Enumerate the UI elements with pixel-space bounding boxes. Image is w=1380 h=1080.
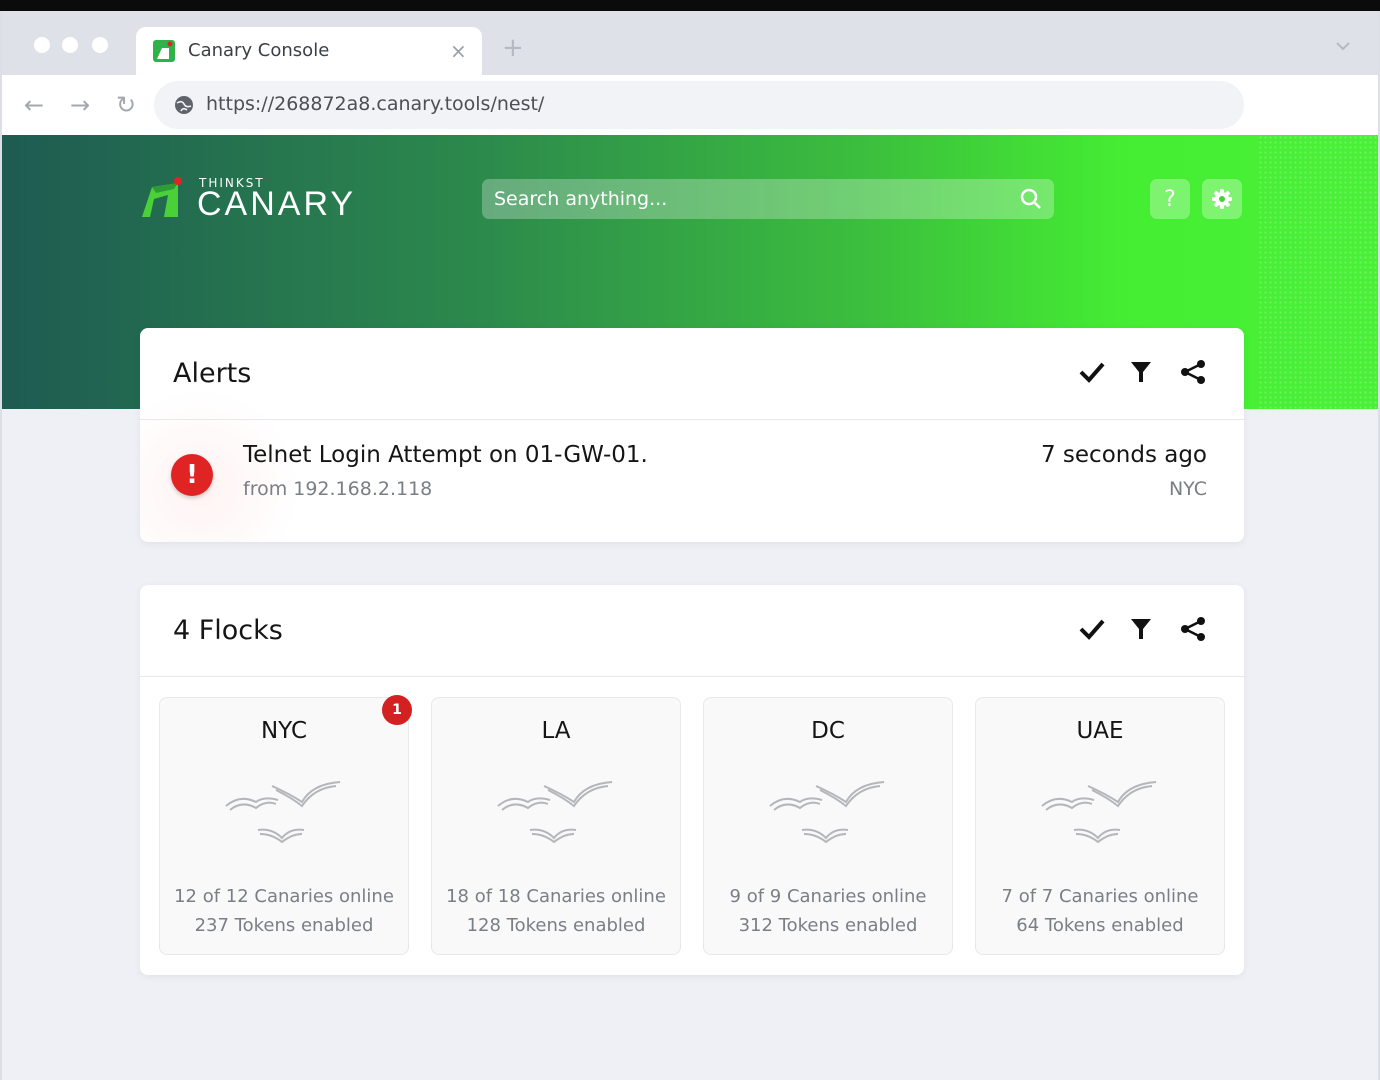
flock-card-la[interactable]: LA 18 of 18 Canaries online 128 Tokens e…: [431, 697, 681, 955]
url-text: https://268872a8.canary.tools/nest/: [206, 93, 545, 115]
alert-location: NYC: [1168, 478, 1207, 500]
alerts-card-header: Alerts: [140, 328, 1244, 420]
browser-window: Canary Console × + ← → ↻ https://268872a…: [0, 11, 1380, 1080]
alert-source: from 192.168.2.118: [243, 478, 433, 500]
alert-title[interactable]: Telnet Login Attempt on 01-GW-01.: [243, 442, 648, 468]
alerts-title: Alerts: [173, 358, 252, 389]
alerts-card: Alerts ! Telnet Login Attempt on 01-GW-0…: [140, 328, 1244, 542]
logo-title: CANARY: [197, 185, 357, 223]
alert-error-icon: !: [171, 454, 213, 496]
filter-icon[interactable]: [1130, 617, 1152, 641]
share-icon[interactable]: [1180, 360, 1208, 384]
canary-favicon-icon: [153, 40, 175, 62]
help-button[interactable]: ?: [1150, 179, 1190, 219]
address-bar: ← → ↻ https://268872a8.canary.tools/nest…: [2, 75, 1378, 135]
flock-birds-icon: [225, 781, 341, 844]
alert-count-badge: 1: [382, 695, 412, 725]
flock-birds-icon: [769, 781, 885, 844]
filter-icon[interactable]: [1130, 360, 1152, 384]
flocks-card-header: 4 Flocks: [140, 585, 1244, 677]
banner-pattern: [1258, 135, 1378, 409]
globe-icon: [175, 96, 193, 114]
flock-tokens-status: 312 Tokens enabled: [738, 915, 918, 936]
help-icon: ?: [1164, 186, 1176, 212]
flock-name: DC: [811, 718, 845, 744]
gear-icon: [1212, 189, 1232, 209]
flock-birds-icon: [497, 781, 613, 844]
flock-card-uae[interactable]: UAE 7 of 7 Canaries online 64 Tokens ena…: [975, 697, 1225, 955]
flock-tokens-status: 128 Tokens enabled: [466, 915, 646, 936]
back-arrow-icon[interactable]: ←: [24, 93, 44, 117]
flock-birds-icon: [1041, 781, 1157, 844]
flock-name: LA: [541, 718, 571, 744]
settings-button[interactable]: [1202, 179, 1242, 219]
flock-name: UAE: [1076, 718, 1124, 744]
flock-canaries-status: 7 of 7 Canaries online: [1001, 886, 1199, 907]
check-icon[interactable]: [1078, 360, 1106, 384]
tab-close-icon[interactable]: ×: [450, 39, 467, 63]
canary-logo-icon[interactable]: [138, 175, 184, 221]
flock-canaries-status: 18 of 18 Canaries online: [446, 886, 666, 907]
check-icon[interactable]: [1078, 617, 1106, 641]
window-minimize-dot[interactable]: [62, 37, 78, 53]
url-field[interactable]: https://268872a8.canary.tools/nest/: [154, 81, 1244, 129]
flocks-card: 4 Flocks NYC 12 of 12 Canaries online 23…: [140, 585, 1244, 975]
flock-canaries-status: 9 of 9 Canaries online: [729, 886, 927, 907]
flock-name: NYC: [260, 718, 308, 744]
new-tab-icon[interactable]: +: [502, 35, 524, 61]
window-maximize-dot[interactable]: [92, 37, 108, 53]
canary-console-page: THINKST CANARY Search anything... ? Aler…: [2, 135, 1378, 1080]
flocks-title: 4 Flocks: [173, 615, 283, 646]
tab-title: Canary Console: [188, 40, 330, 61]
flock-card-dc[interactable]: DC 9 of 9 Canaries online 312 Tokens ena…: [703, 697, 953, 955]
forward-arrow-icon[interactable]: →: [70, 93, 90, 117]
screen-top-edge: [0, 0, 1380, 11]
alert-time: 7 seconds ago: [1040, 442, 1207, 468]
window-close-dot[interactable]: [34, 37, 50, 53]
flock-canaries-status: 12 of 12 Canaries online: [174, 886, 394, 907]
share-icon[interactable]: [1180, 617, 1208, 641]
flock-tokens-status: 64 Tokens enabled: [1016, 915, 1184, 936]
search-icon[interactable]: [1020, 188, 1042, 210]
search-placeholder: Search anything...: [494, 188, 668, 210]
chevron-down-icon[interactable]: [1335, 41, 1351, 51]
search-input[interactable]: Search anything...: [482, 179, 1054, 219]
flock-tokens-status: 237 Tokens enabled: [194, 915, 374, 936]
browser-tab-active[interactable]: Canary Console ×: [136, 27, 482, 75]
reload-icon[interactable]: ↻: [116, 93, 136, 117]
tab-bar: Canary Console × +: [2, 11, 1378, 75]
flock-card-nyc[interactable]: NYC 12 of 12 Canaries online 237 Tokens …: [159, 695, 412, 955]
